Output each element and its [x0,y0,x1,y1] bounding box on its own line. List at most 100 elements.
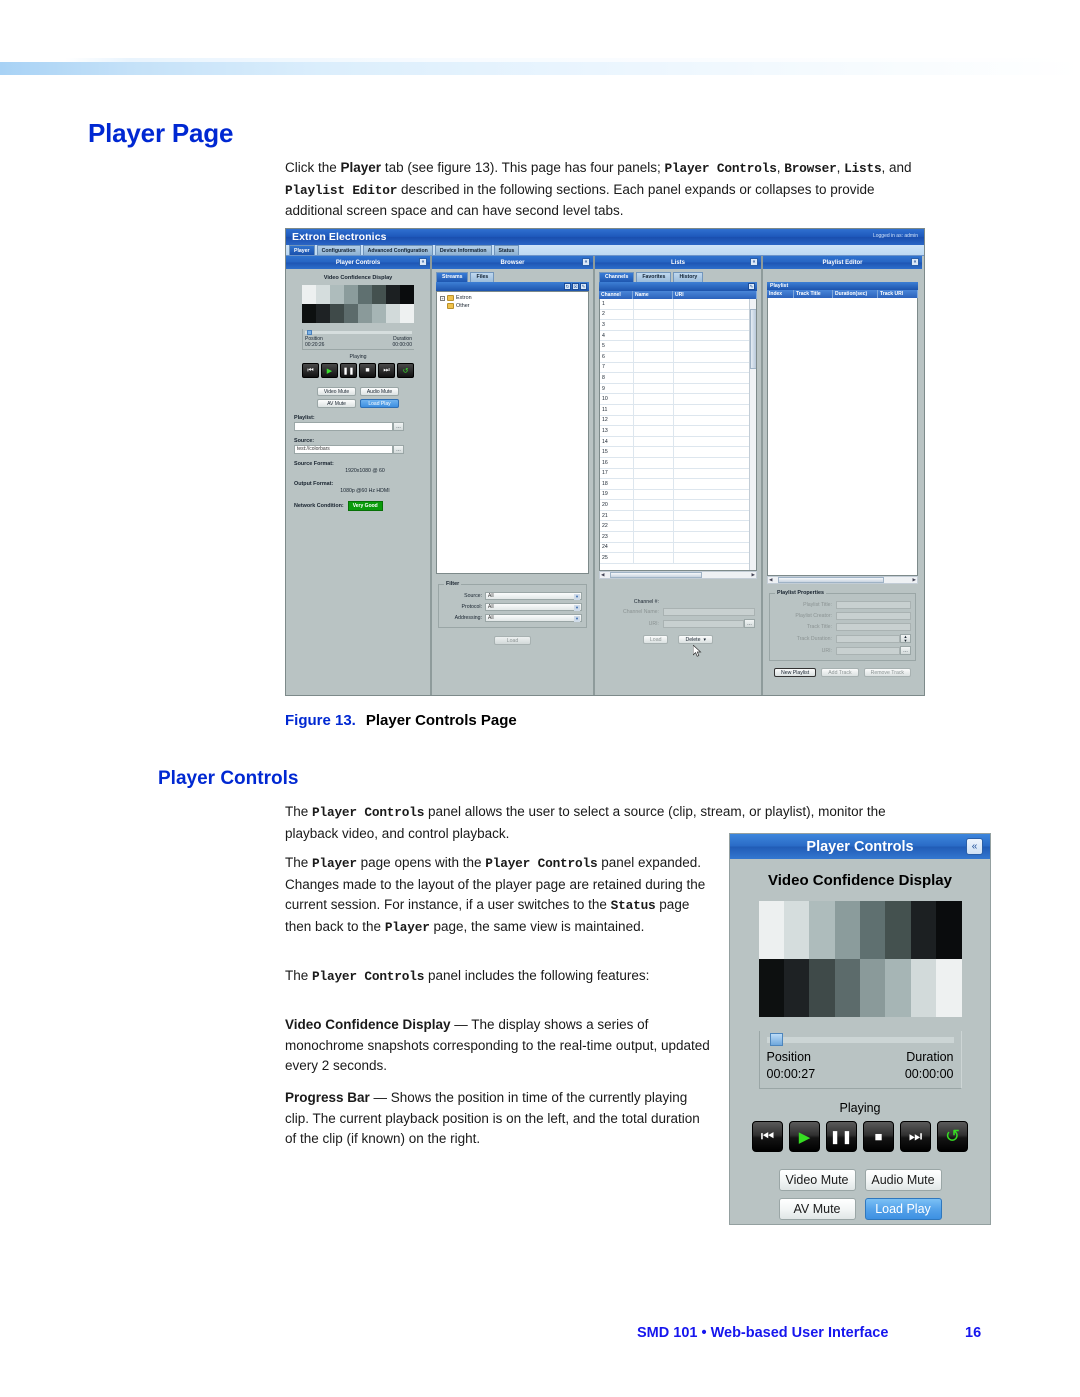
av-mute-button[interactable]: AV Mute [778,1198,856,1220]
subtab-streams[interactable]: Streams [436,272,469,282]
table-row[interactable]: 25 [600,553,756,564]
table-row[interactable]: 2 [600,309,756,321]
uri-input[interactable] [663,619,744,628]
spinner-icon[interactable]: ▲ ▼ [900,634,911,643]
browser-tree[interactable]: + Extron Other [436,291,589,574]
filter-protocol-select[interactable]: All ▾ [485,603,582,611]
chevron-down-icon[interactable]: ▾ [574,605,580,611]
uri-browse-icon[interactable]: … [900,646,911,655]
scroll-left-icon[interactable]: ◀ [601,572,604,578]
playlist-grid-body[interactable] [767,298,918,576]
table-row[interactable]: 7 [600,362,756,374]
track-title-input[interactable] [836,623,911,631]
scrollbar-thumb[interactable] [750,309,756,369]
source-browse-icon[interactable]: … [393,445,404,454]
av-mute-button[interactable]: AV Mute [317,399,356,408]
table-row[interactable]: 14 [600,436,756,448]
col-name[interactable]: Name [633,291,673,299]
table-row[interactable]: 24 [600,542,756,554]
col-track-title[interactable]: Track Title [794,290,833,298]
table-row[interactable]: 13 [600,426,756,437]
table-row[interactable]: 16 [600,457,756,469]
scrollbar-thumb[interactable] [610,572,702,578]
playlist-input[interactable] [294,422,393,431]
lists-load-button[interactable]: Load [642,635,669,644]
progress-track[interactable] [766,1033,954,1046]
track-duration-input[interactable] [836,634,900,643]
subtab-favorites[interactable]: Favorites [636,272,672,282]
horizontal-scrollbar[interactable]: ◀ ▶ [767,576,918,584]
vertical-scrollbar[interactable] [749,299,756,570]
tree-item-extron[interactable]: + Extron [440,295,585,301]
filter-source-select[interactable]: All ▾ [485,592,582,600]
refresh-icon[interactable]: ↻ [564,283,571,290]
scroll-left-icon[interactable]: ◀ [769,577,772,583]
table-row[interactable]: 9 [600,383,756,395]
loop-icon[interactable]: ↺ [937,1121,968,1152]
tab-player[interactable]: Player [289,245,315,255]
tab-status[interactable]: Status [493,245,520,255]
playlist-title-input[interactable] [836,601,911,609]
table-row[interactable]: 1 [600,299,756,310]
table-row[interactable]: 11 [600,404,756,416]
col-duration[interactable]: Duration(sec) [833,290,878,298]
filter-addressing-select[interactable]: All ▾ [485,614,582,622]
subtab-history[interactable]: History [673,272,704,282]
skip-back-icon[interactable]: ⏮ [302,363,319,378]
expand-icon[interactable]: + [440,295,445,301]
skip-forward-icon[interactable]: ⏭ [900,1121,931,1152]
video-mute-button[interactable]: Video Mute [778,1169,856,1191]
progress-knob[interactable] [307,330,312,335]
tab-device-information[interactable]: Device Information [434,245,492,255]
table-row[interactable]: 3 [600,320,756,331]
uri-browse-icon[interactable]: … [744,619,755,628]
skip-forward-icon[interactable]: ⏭ [378,363,395,378]
chevron-down-icon[interactable]: ▾ [703,637,706,643]
collapse-icon[interactable]: « [966,838,983,855]
table-row[interactable]: 22 [600,521,756,533]
pause-icon[interactable]: ❚❚ [340,363,357,378]
table-row[interactable]: 21 [600,510,756,522]
col-channel[interactable]: Channel [599,291,633,299]
stop-icon[interactable]: ■ [359,363,376,378]
browser-load-button[interactable]: Load [494,636,531,645]
table-row[interactable]: 4 [600,330,756,342]
table-row[interactable]: 5 [600,341,756,352]
table-row[interactable]: 23 [600,532,756,543]
col-index[interactable]: Index [767,290,794,298]
table-row[interactable]: 15 [600,447,756,458]
progress-track[interactable] [305,330,412,335]
table-row[interactable]: 10 [600,394,756,405]
subtab-files[interactable]: Files [470,272,495,282]
table-row[interactable]: 17 [600,468,756,480]
scroll-right-icon[interactable]: ▶ [913,577,916,583]
stop-icon[interactable]: ■ [863,1121,894,1152]
collapse-icon[interactable]: « [911,258,919,266]
load-play-button[interactable]: Load Play [864,1198,942,1220]
pause-icon[interactable]: ❚❚ [826,1121,857,1152]
chevron-down-icon[interactable]: ▾ [574,616,580,622]
add-track-button[interactable]: Add Track [821,668,859,677]
collapse-icon[interactable]: « [582,258,590,266]
progress-knob[interactable] [769,1033,783,1046]
col-track-uri[interactable]: Track URI [878,290,918,298]
load-play-button[interactable]: Load Play [360,399,399,408]
playlist-creator-input[interactable] [836,612,911,620]
lists-delete-button[interactable]: Delete ▾ [678,635,714,644]
table-row[interactable]: 8 [600,373,756,384]
table-row[interactable]: 19 [600,489,756,501]
source-input[interactable]: test://colorbars [294,445,393,454]
subtab-channels[interactable]: Channels [599,272,635,282]
audio-mute-button[interactable]: Audio Mute [864,1169,942,1191]
scrollbar-thumb[interactable] [778,577,884,583]
table-row[interactable]: 20 [600,500,756,511]
collapse-icon[interactable]: « [419,258,427,266]
table-row[interactable]: 18 [600,479,756,490]
table-row[interactable]: 6 [600,351,756,363]
main-tab-bar[interactable]: Player Configuration Advanced Configurat… [286,245,924,256]
channel-name-input[interactable] [663,608,755,616]
chevron-down-icon[interactable]: ▾ [574,594,580,600]
collapse-icon[interactable]: « [750,258,758,266]
audio-mute-button[interactable]: Audio Mute [360,387,399,396]
video-mute-button[interactable]: Video Mute [317,387,356,396]
